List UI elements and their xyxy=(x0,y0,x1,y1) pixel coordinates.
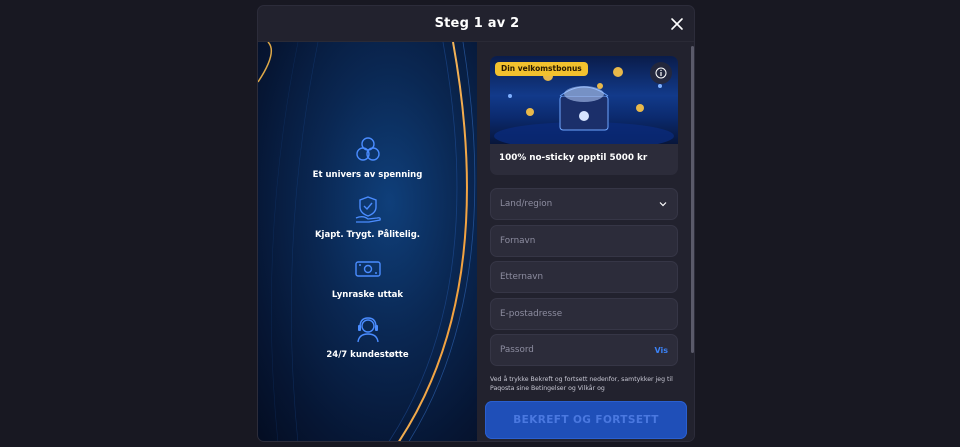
info-icon xyxy=(655,67,667,79)
confirm-and-continue-button[interactable]: BEKREFT OG FORTSETT xyxy=(485,401,687,439)
features-panel: Et univers av spenning Kjapt. Trygt. Pål… xyxy=(258,42,477,441)
welcome-bonus-card: Din velkomstbonus 100% no-sticky opptil … xyxy=(490,56,678,175)
decorative-arcs xyxy=(258,42,476,441)
feature-item: 24/7 kundestøtte xyxy=(258,314,477,360)
cash-icon xyxy=(354,261,381,277)
feature-item: Kjapt. Trygt. Pålitelig. xyxy=(258,194,477,240)
modal-header: Steg 1 av 2 xyxy=(258,6,694,42)
shield-hand-icon xyxy=(355,196,381,223)
country-select-label: Land/region xyxy=(500,199,553,209)
email-placeholder: E-postadresse xyxy=(500,309,563,319)
feature-item: Et univers av spenning xyxy=(258,134,477,180)
feature-item: Lynraske uttak xyxy=(258,254,477,300)
first-name-placeholder: Fornavn xyxy=(500,236,536,246)
password-field[interactable]: Passord Vis xyxy=(490,334,678,366)
registration-modal: Steg 1 av 2 Et univers av spenning Kjapt… xyxy=(257,5,695,442)
submit-button-label: BEKREFT OG FORTSETT xyxy=(513,414,659,426)
country-select[interactable]: Land/region xyxy=(490,188,678,220)
scrollbar[interactable] xyxy=(691,46,694,353)
chevron-down-icon xyxy=(659,202,667,207)
signup-form-panel: Din velkomstbonus 100% no-sticky opptil … xyxy=(477,42,694,441)
close-icon xyxy=(671,18,683,30)
bonus-badge: Din velkomstbonus xyxy=(495,62,588,76)
modal-title: Steg 1 av 2 xyxy=(434,16,520,31)
show-password-button[interactable]: Vis xyxy=(654,346,668,355)
cherries-icon xyxy=(355,137,380,161)
password-placeholder: Passord xyxy=(500,345,534,355)
bonus-description: 100% no-sticky opptil 5000 kr xyxy=(499,153,648,163)
close-button[interactable] xyxy=(668,15,686,33)
feature-label: Kjapt. Trygt. Pålitelig. xyxy=(314,230,421,240)
terms-text: Ved å trykke Bekreft og fortsett nedenfo… xyxy=(490,376,673,392)
headset-icon xyxy=(356,317,379,343)
email-field[interactable]: E-postadresse xyxy=(490,298,678,330)
feature-label: Et univers av spenning xyxy=(312,170,423,180)
first-name-field[interactable]: Fornavn xyxy=(490,225,678,257)
last-name-field[interactable]: Etternavn xyxy=(490,261,678,293)
feature-label: Lynraske uttak xyxy=(331,290,404,300)
info-button[interactable] xyxy=(650,62,672,84)
feature-label: 24/7 kundestøtte xyxy=(326,350,409,360)
bonus-image: Din velkomstbonus xyxy=(490,56,678,144)
last-name-placeholder: Etternavn xyxy=(500,272,544,282)
